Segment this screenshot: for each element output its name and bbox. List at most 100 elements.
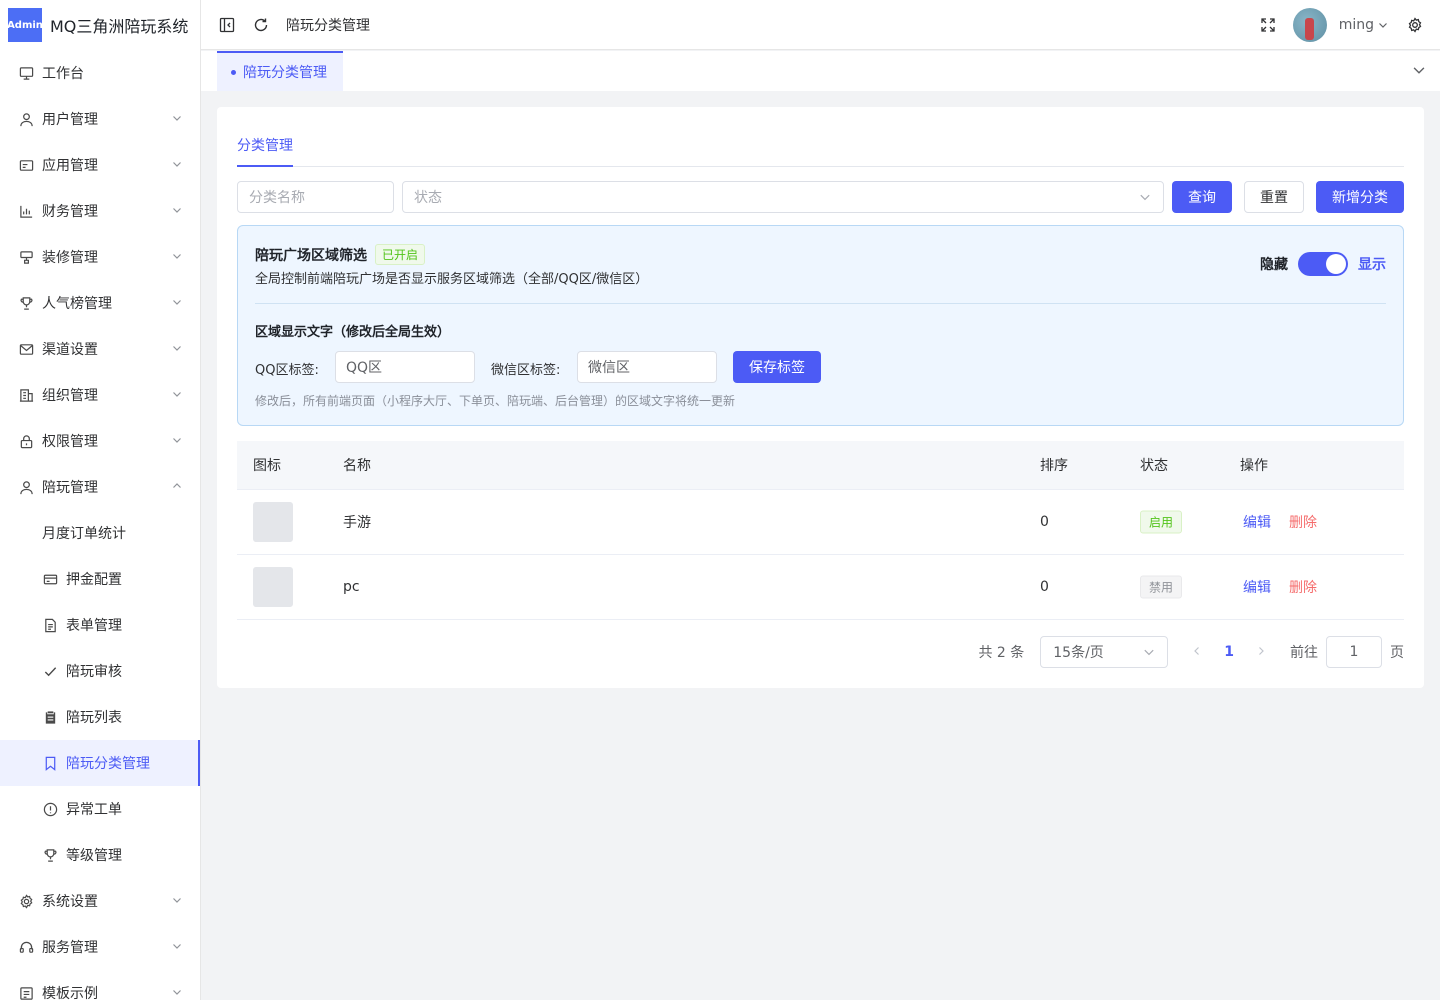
sidebar-item-finance[interactable]: 财务管理: [0, 188, 200, 234]
sidebar-item-permissions[interactable]: 权限管理: [0, 418, 200, 464]
category-name-input[interactable]: 分类名称: [237, 181, 394, 213]
qq-label-input[interactable]: QQ区: [335, 351, 475, 383]
app-icon: [18, 157, 34, 173]
column-header: 排序: [1040, 458, 1068, 474]
chevron-down-icon: [172, 341, 182, 357]
sidebar-item-deposit[interactable]: 押金配置: [0, 556, 200, 602]
sidebar-item-label: 系统设置: [42, 894, 98, 910]
sidebar-item-category[interactable]: 陪玩分类管理: [0, 740, 200, 786]
refresh-icon[interactable]: [252, 16, 270, 34]
sidebar-item-exceptions[interactable]: 异常工单: [0, 786, 200, 832]
tabs-dropdown-icon[interactable]: [1412, 63, 1426, 81]
avatar[interactable]: [1292, 8, 1327, 42]
page-size-select[interactable]: 15条/页: [1040, 636, 1169, 668]
sidebar-menu: 工作台 用户管理 应用管理 财务管理 装修管理 人气榜管理 渠道设置 组织管理 …: [0, 50, 200, 1000]
sidebar-item-review[interactable]: 陪玩审核: [0, 648, 200, 694]
collapse-sidebar-icon[interactable]: [218, 16, 236, 34]
tab-category-management[interactable]: 陪玩分类管理: [217, 51, 343, 91]
reset-button[interactable]: 重置: [1244, 181, 1304, 213]
chevron-down-icon: [172, 295, 182, 311]
sidebar-item-channels[interactable]: 渠道设置: [0, 326, 200, 372]
sidebar-item-companion-list[interactable]: 陪玩列表: [0, 694, 200, 740]
sidebar-item-companion[interactable]: 陪玩管理: [0, 464, 200, 510]
fullscreen-icon[interactable]: [1259, 16, 1277, 34]
user-menu[interactable]: ming: [1339, 17, 1388, 33]
sidebar-item-label: 等级管理: [66, 848, 122, 864]
sidebar-item-templates[interactable]: 模板示例: [0, 970, 200, 1000]
page-number-current[interactable]: 1: [1224, 644, 1234, 660]
panel-divider: [255, 303, 1386, 304]
sidebar-item-workbench[interactable]: 工作台: [0, 50, 200, 96]
toggle-knob: [1326, 254, 1346, 274]
category-sort: 0: [1040, 514, 1049, 530]
table-row: pc 0 禁用 编辑 删除: [237, 555, 1404, 620]
gear-icon: [18, 893, 34, 909]
sidebar-item-label: 模板示例: [42, 986, 98, 1000]
goto-page-value: 1: [1349, 644, 1359, 660]
column-header: 状态: [1140, 458, 1168, 474]
category-table: 图标 名称 排序 状态 操作 手游 0 启用 编辑 删除 pc 0 禁用 编辑 …: [237, 441, 1404, 620]
sidebar-item-organization[interactable]: 组织管理: [0, 372, 200, 418]
top-header: 陪玩分类管理 ming: [201, 0, 1440, 50]
table-header: 图标 名称 排序 状态 操作: [237, 441, 1404, 490]
filter-row: 分类名称 状态 查询 重置 新增分类: [237, 181, 1404, 213]
building-icon: [18, 387, 34, 403]
category-sort: 0: [1040, 579, 1049, 595]
sidebar: Admin MQ三角洲陪玩系统 工作台 用户管理 应用管理 财务管理 装修管理: [0, 0, 201, 1000]
chart-icon: [18, 203, 34, 219]
panel-subtitle: 区域显示文字（修改后全局生效）: [255, 325, 451, 340]
tab-category[interactable]: 分类管理: [237, 135, 293, 167]
sidebar-item-services[interactable]: 服务管理: [0, 924, 200, 970]
sidebar-item-label: 异常工单: [66, 802, 122, 818]
check-icon: [42, 663, 58, 679]
wechat-label-input[interactable]: 微信区: [577, 351, 717, 383]
sidebar-item-label: 渠道设置: [42, 342, 98, 358]
page-tabs-bar: 陪玩分类管理: [201, 51, 1440, 91]
region-filter-toggle[interactable]: [1298, 252, 1348, 276]
sidebar-item-apps[interactable]: 应用管理: [0, 142, 200, 188]
status-badge: 启用: [1140, 510, 1183, 534]
panel-title: 陪玩广场区域筛选 已开启: [255, 244, 426, 265]
chevron-down-icon: [172, 893, 182, 909]
sidebar-item-forms[interactable]: 表单管理: [0, 602, 200, 648]
sidebar-item-users[interactable]: 用户管理: [0, 96, 200, 142]
bookmark-icon: [42, 755, 58, 771]
main-card: 分类管理 分类名称 状态 查询 重置 新增分类 陪玩广场区域筛选 已开启 全局控…: [217, 107, 1424, 688]
breadcrumb: 陪玩分类管理: [286, 17, 370, 34]
settings-gear-icon[interactable]: [1406, 16, 1424, 34]
sidebar-item-monthly-orders[interactable]: 月度订单统计: [0, 510, 200, 556]
delete-button[interactable]: 删除: [1289, 512, 1317, 532]
prev-page-icon[interactable]: [1192, 644, 1202, 660]
sidebar-item-label: 押金配置: [66, 572, 122, 588]
panel-title-text: 陪玩广场区域筛选: [255, 247, 367, 264]
save-labels-button[interactable]: 保存标签: [733, 351, 821, 383]
monitor-icon: [18, 65, 34, 81]
app-logo: Admin: [7, 8, 43, 42]
chevron-down-icon: [172, 249, 182, 265]
input-placeholder: 分类名称: [249, 190, 305, 206]
sidebar-item-label: 表单管理: [66, 618, 122, 634]
lock-icon: [18, 433, 34, 449]
decoration-icon: [18, 249, 34, 265]
sidebar-item-system[interactable]: 系统设置: [0, 878, 200, 924]
sidebar-item-label: 用户管理: [42, 112, 98, 128]
tab-label: 陪玩分类管理: [243, 65, 327, 81]
delete-button[interactable]: 删除: [1289, 577, 1317, 597]
add-category-button[interactable]: 新增分类: [1316, 181, 1404, 213]
edit-button[interactable]: 编辑: [1243, 577, 1271, 597]
next-page-icon[interactable]: [1256, 644, 1266, 660]
column-header: 操作: [1240, 458, 1268, 474]
sidebar-item-decoration[interactable]: 装修管理: [0, 234, 200, 280]
query-button[interactable]: 查询: [1172, 181, 1232, 213]
chevron-down-icon: [172, 939, 182, 955]
goto-page-input[interactable]: 1: [1326, 636, 1382, 668]
edit-button[interactable]: 编辑: [1243, 512, 1271, 532]
sidebar-item-levels[interactable]: 等级管理: [0, 832, 200, 878]
logo-row: Admin MQ三角洲陪玩系统: [0, 0, 200, 50]
active-dot-icon: [231, 69, 236, 75]
category-name: 手游: [343, 515, 371, 531]
sidebar-item-popularity[interactable]: 人气榜管理: [0, 280, 200, 326]
chevron-down-icon: [1143, 646, 1155, 662]
trophy-icon: [18, 295, 34, 311]
status-select[interactable]: 状态: [402, 181, 1164, 213]
